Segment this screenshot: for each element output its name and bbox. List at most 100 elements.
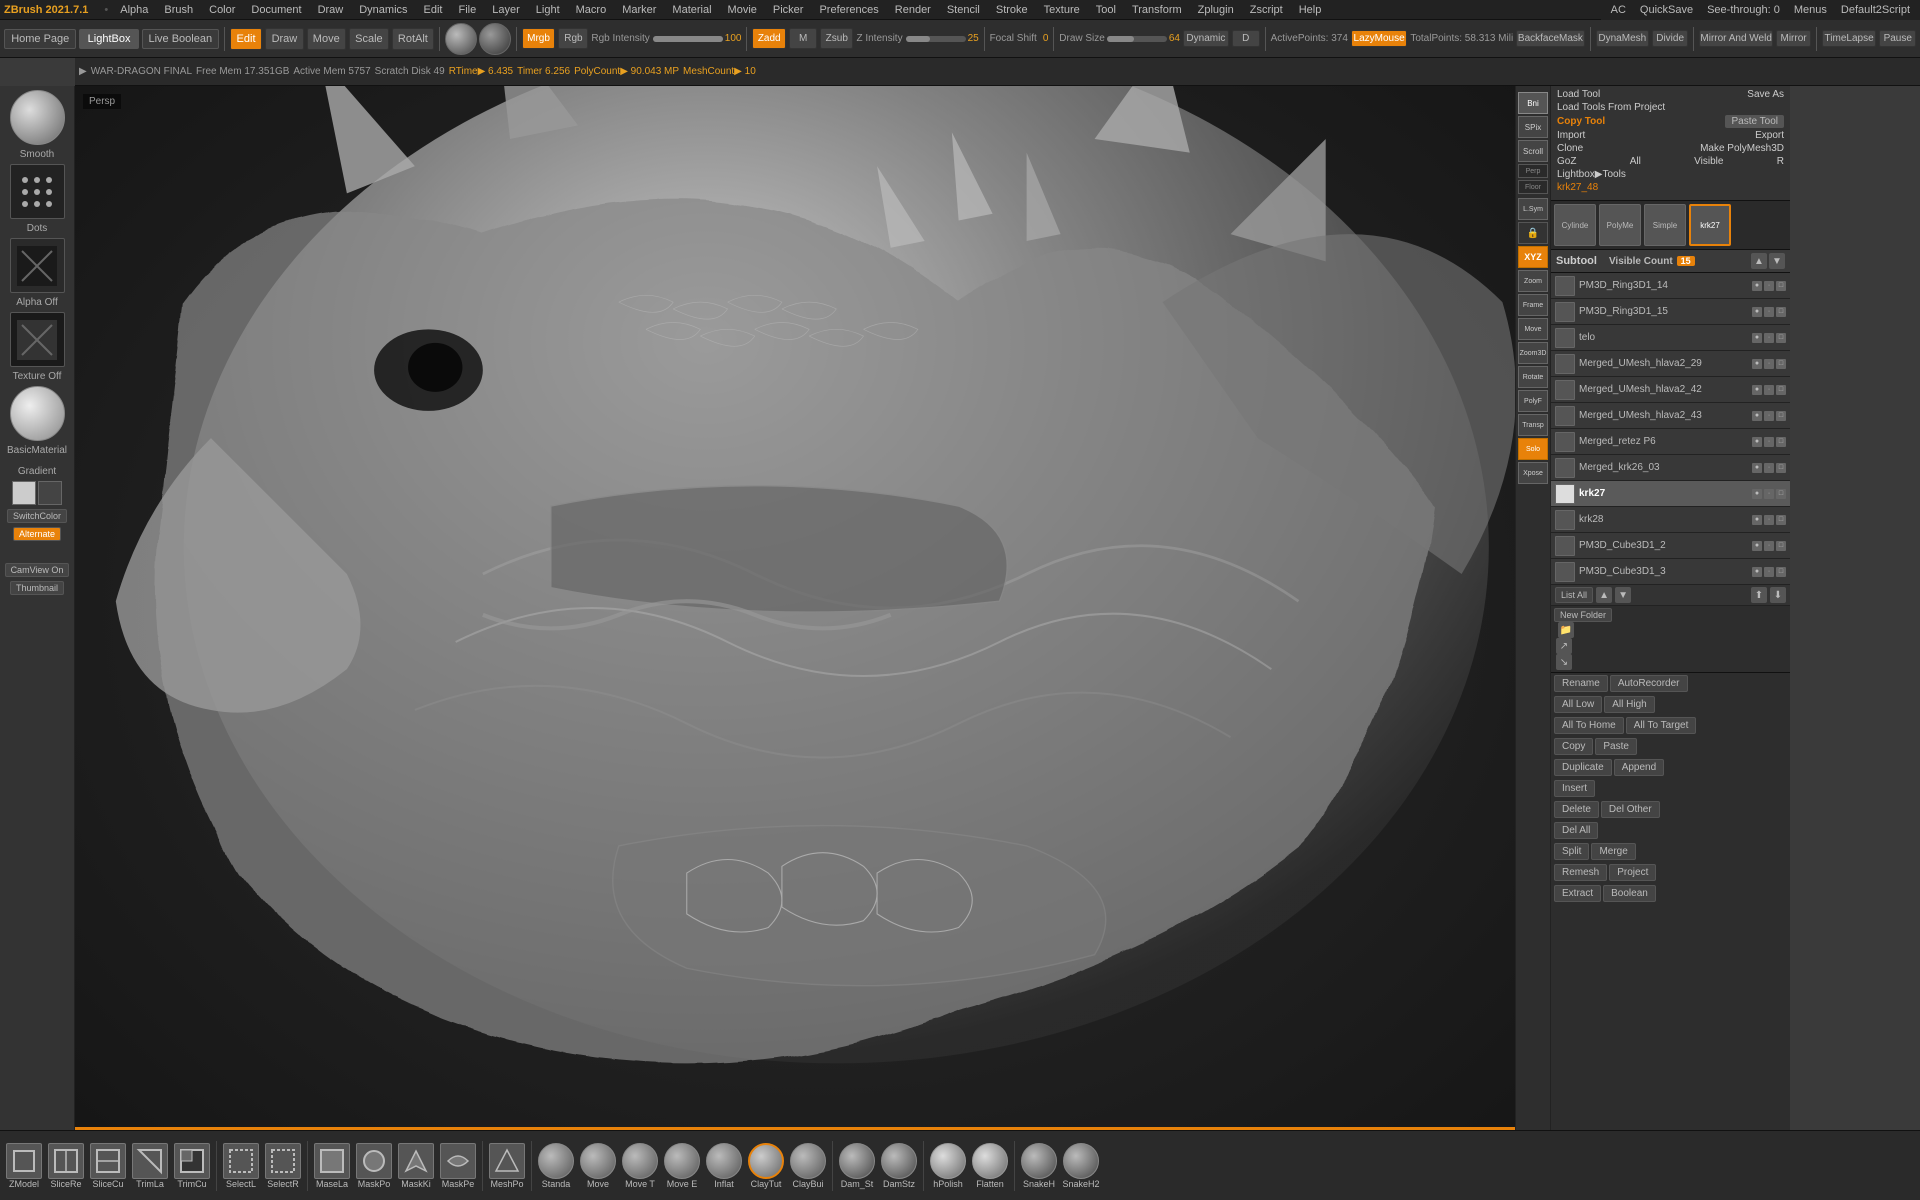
- paste-sub-btn[interactable]: Paste: [1595, 738, 1637, 755]
- square-icon-7[interactable]: □: [1776, 437, 1786, 447]
- solo-btn[interactable]: Solo: [1518, 438, 1548, 460]
- perp-btn[interactable]: Perp: [1518, 164, 1548, 178]
- smooth-sphere[interactable]: [10, 90, 65, 145]
- menu-document[interactable]: Document: [247, 4, 305, 16]
- square-icon-6[interactable]: □: [1776, 411, 1786, 421]
- subtool-item-pm3d-ring2[interactable]: PM3D_Ring3D1_15 ● · □: [1551, 299, 1790, 325]
- subtool-item-krk27[interactable]: krk27 ● · □: [1551, 481, 1790, 507]
- square-icon-11[interactable]: □: [1776, 541, 1786, 551]
- split-btn[interactable]: Split: [1554, 843, 1589, 860]
- divide-btn[interactable]: Divide: [1652, 30, 1688, 47]
- menu-draw[interactable]: Draw: [314, 4, 348, 16]
- dot-icon-7[interactable]: ·: [1764, 437, 1774, 447]
- dot-icon-8[interactable]: ·: [1764, 463, 1774, 473]
- duplicate-btn[interactable]: Duplicate: [1554, 759, 1612, 776]
- move-btn[interactable]: Move: [1518, 318, 1548, 340]
- eye-icon-8[interactable]: ●: [1752, 463, 1762, 473]
- mirror-btn[interactable]: Mirror: [1776, 30, 1811, 47]
- export-btn[interactable]: Export: [1755, 130, 1784, 141]
- texture-preview[interactable]: [10, 312, 65, 367]
- simple-thumb[interactable]: Simple: [1644, 204, 1686, 246]
- subtool-item-merged-retez[interactable]: Merged_retez P6 ● · □: [1551, 429, 1790, 455]
- hpolish-btn[interactable]: hPolish: [928, 1143, 968, 1189]
- extract-btn[interactable]: Extract: [1554, 885, 1601, 902]
- menu-texture[interactable]: Texture: [1040, 4, 1084, 16]
- dot-icon-1[interactable]: ·: [1764, 281, 1774, 291]
- claybui-btn[interactable]: ClayBui: [788, 1143, 828, 1189]
- dynamic-btn[interactable]: Dynamic: [1183, 30, 1229, 47]
- switch-color-btn[interactable]: SwitchColor: [7, 509, 67, 523]
- menu-help[interactable]: Help: [1295, 4, 1326, 16]
- krk27-thumb[interactable]: krk27: [1689, 204, 1731, 246]
- color-swatch-2[interactable]: [38, 481, 62, 505]
- rotate-btn[interactable]: Rotate: [1518, 366, 1548, 388]
- mrgb-btn[interactable]: Mrgb: [522, 28, 556, 49]
- inflat-btn[interactable]: Inflat: [704, 1143, 744, 1189]
- list-up-btn[interactable]: ▲: [1596, 587, 1612, 603]
- square-icon-2[interactable]: □: [1776, 307, 1786, 317]
- dot-icon-11[interactable]: ·: [1764, 541, 1774, 551]
- dot-icon-4[interactable]: ·: [1764, 359, 1774, 369]
- folder-icon-btn[interactable]: 📁: [1558, 622, 1574, 638]
- subtool-item-krk28[interactable]: krk28 ● · □: [1551, 507, 1790, 533]
- all-to-home-btn[interactable]: All To Home: [1554, 717, 1624, 734]
- lsym-btn[interactable]: L.Sym: [1518, 198, 1548, 220]
- subtool-item-merged-hlava42[interactable]: Merged_UMesh_hlava2_42 ● · □: [1551, 377, 1790, 403]
- scroll-btn[interactable]: Scroll: [1518, 140, 1548, 162]
- menu-edit[interactable]: Edit: [420, 4, 447, 16]
- zadd-btn[interactable]: Zadd: [752, 28, 786, 49]
- dots-preview[interactable]: [10, 164, 65, 219]
- goz-btn[interactable]: GoZ: [1557, 156, 1576, 167]
- clone-btn[interactable]: Clone: [1557, 143, 1583, 154]
- subtool-item-merged-hlava43[interactable]: Merged_UMesh_hlava2_43 ● · □: [1551, 403, 1790, 429]
- down-arrow-btn[interactable]: ↘: [1556, 654, 1572, 670]
- live-boolean-btn[interactable]: Live Boolean: [142, 29, 219, 49]
- menu-preferences[interactable]: Preferences: [815, 4, 882, 16]
- eye-icon-10[interactable]: ●: [1752, 515, 1762, 525]
- menu-tool[interactable]: Tool: [1092, 4, 1120, 16]
- arrow-btn[interactable]: ↗: [1556, 638, 1572, 654]
- move-tool-btn[interactable]: Move: [307, 28, 346, 50]
- zoom3d-btn[interactable]: Zoom3D: [1518, 342, 1548, 364]
- d-btn[interactable]: D: [1232, 30, 1260, 47]
- zmodel-btn[interactable]: ZModel: [4, 1143, 44, 1189]
- trimla-btn[interactable]: TrimLa: [130, 1143, 170, 1189]
- remesh-btn[interactable]: Remesh: [1554, 864, 1607, 881]
- subtool-item-telo[interactable]: telo ● · □: [1551, 325, 1790, 351]
- eye-icon-2[interactable]: ●: [1752, 307, 1762, 317]
- masela-btn[interactable]: MaseLa: [312, 1143, 352, 1189]
- square-icon-12[interactable]: □: [1776, 567, 1786, 577]
- material-preview-sphere[interactable]: [445, 23, 477, 55]
- maskpo-btn[interactable]: MaskPo: [354, 1143, 394, 1189]
- eye-icon-3[interactable]: ●: [1752, 333, 1762, 343]
- damstz-btn[interactable]: DamStz: [879, 1143, 919, 1189]
- home-page-btn[interactable]: Home Page: [4, 29, 76, 49]
- standa-btn[interactable]: Standa: [536, 1143, 576, 1189]
- subtool-item-merged-krk26[interactable]: Merged_krk26_03 ● · □: [1551, 455, 1790, 481]
- dragon-canvas[interactable]: Persp: [75, 86, 1550, 1130]
- copy-tool-btn[interactable]: Copy Tool: [1557, 116, 1605, 127]
- all-low-btn[interactable]: All Low: [1554, 696, 1602, 713]
- eye-icon-7[interactable]: ●: [1752, 437, 1762, 447]
- snakeh-btn[interactable]: SnakeH: [1019, 1143, 1059, 1189]
- m-btn[interactable]: M: [789, 28, 817, 49]
- menu-menus[interactable]: Menus: [1790, 4, 1831, 16]
- eye-icon-12[interactable]: ●: [1752, 567, 1762, 577]
- square-icon-8[interactable]: □: [1776, 463, 1786, 473]
- dot-icon-9[interactable]: ·: [1764, 489, 1774, 499]
- rename-btn[interactable]: Rename: [1554, 675, 1608, 692]
- dot-icon-2[interactable]: ·: [1764, 307, 1774, 317]
- scroll-down-btn[interactable]: ▼: [1769, 253, 1785, 269]
- material-sphere[interactable]: [10, 386, 65, 441]
- visible-btn[interactable]: Visible: [1694, 156, 1723, 167]
- menu-picker[interactable]: Picker: [769, 4, 808, 16]
- eye-icon-4[interactable]: ●: [1752, 359, 1762, 369]
- rgb-intensity-slider[interactable]: 100: [653, 33, 742, 44]
- copy-btn[interactable]: Copy: [1554, 738, 1593, 755]
- z-intensity-slider[interactable]: 25: [906, 33, 979, 44]
- delete-btn[interactable]: Delete: [1554, 801, 1599, 818]
- xyz-btn[interactable]: XYZ: [1518, 246, 1548, 268]
- menu-dynamics[interactable]: Dynamics: [355, 4, 411, 16]
- new-folder-btn[interactable]: New Folder: [1554, 608, 1612, 622]
- square-icon-5[interactable]: □: [1776, 385, 1786, 395]
